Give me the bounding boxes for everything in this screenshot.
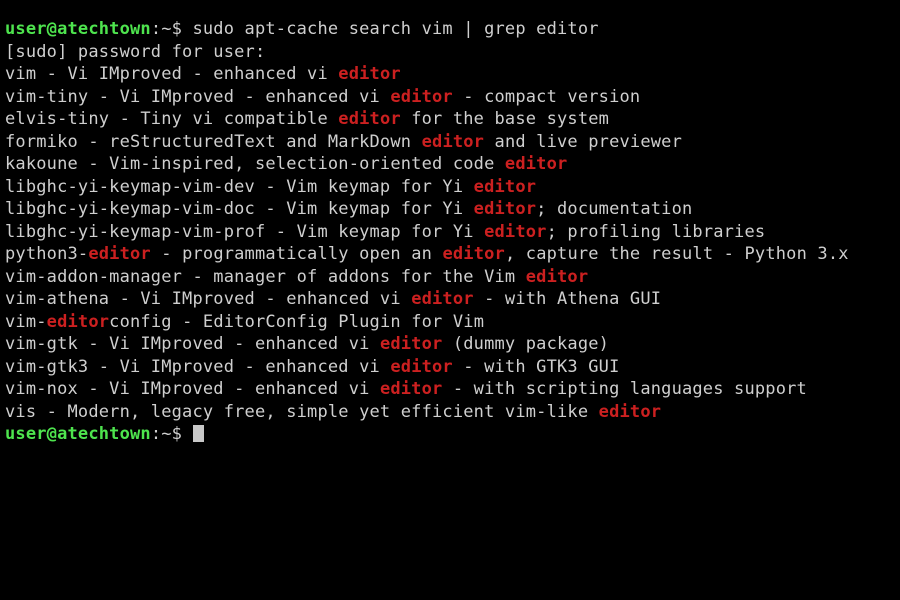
- grep-match-highlight: editor: [379, 334, 443, 354]
- terminal-output-line: python3-editor - programmatically open a…: [5, 243, 900, 266]
- terminal-text: python3-: [5, 244, 89, 264]
- grep-match-highlight: editor: [338, 109, 401, 129]
- grep-match-highlight: editor: [411, 289, 474, 309]
- grep-match-highlight: editor: [390, 86, 453, 107]
- terminal-text: [sudo] password for user:: [5, 41, 266, 62]
- terminal-text: - with Athena GUI: [473, 289, 662, 309]
- grep-match-highlight: editor: [390, 356, 453, 377]
- grep-match-highlight: editor: [338, 64, 401, 84]
- terminal-text: elvis-tiny - Tiny vi compatible: [5, 109, 339, 129]
- grep-match-highlight: editor: [598, 401, 662, 422]
- grep-match-highlight: editor: [525, 266, 589, 287]
- terminal-output-line: elvis-tiny - Tiny vi compatible editor f…: [5, 108, 900, 131]
- terminal-text: for the base system: [400, 109, 610, 129]
- terminal-text: vim-: [5, 311, 47, 332]
- terminal-output-line: libghc-yi-keymap-vim-doc - Vim keymap fo…: [5, 198, 900, 221]
- terminal-output-line: vim-gtk - Vi IMproved - enhanced vi edit…: [5, 333, 900, 356]
- terminal-output-line: vis - Modern, legacy free, simple yet ef…: [5, 401, 900, 424]
- grep-match-highlight: editor: [484, 221, 547, 242]
- terminal-text: libghc-yi-keymap-vim-dev - Vim keymap fo…: [5, 176, 474, 197]
- terminal-text: - compact version: [452, 86, 641, 107]
- grep-match-highlight: editor: [504, 154, 568, 174]
- terminal-output-line: libghc-yi-keymap-vim-prof - Vim keymap f…: [5, 221, 900, 244]
- block-cursor[interactable]: [193, 425, 205, 442]
- grep-match-highlight: editor: [88, 244, 151, 264]
- terminal-text: vim-gtk - Vi IMproved - enhanced vi: [5, 334, 380, 354]
- grep-match-highlight: editor: [442, 244, 505, 264]
- prompt-path-symbol: :~$: [150, 424, 183, 444]
- terminal-output-line: vim-editorconfig - EditorConfig Plugin f…: [5, 311, 900, 334]
- terminal-text: config - EditorConfig Plugin for Vim: [109, 311, 485, 332]
- terminal-text: - programmatically open an: [150, 244, 443, 264]
- terminal-text: sudo apt-cache search vim | grep editor: [182, 19, 599, 39]
- terminal-screen[interactable]: user@atechtown:~$ sudo apt-cache search …: [5, 18, 900, 446]
- terminal-text: - with GTK3 GUI: [452, 356, 620, 377]
- terminal-text: vim-nox - Vi IMproved - enhanced vi: [5, 379, 380, 399]
- terminal-output-line: formiko - reStructuredText and MarkDown …: [5, 131, 900, 154]
- terminal-text: , capture the result - Python 3.x: [504, 244, 849, 264]
- grep-match-highlight: editor: [46, 311, 110, 332]
- terminal-text: libghc-yi-keymap-vim-doc - Vim keymap fo…: [5, 199, 474, 219]
- terminal-prompt-line: user@atechtown:~$: [5, 423, 900, 446]
- terminal-text: (dummy package): [442, 334, 610, 354]
- terminal-text: vis - Modern, legacy free, simple yet ef…: [5, 401, 599, 422]
- terminal-output-line: vim-tiny - Vi IMproved - enhanced vi edi…: [5, 86, 900, 109]
- terminal-text: and live previewer: [484, 131, 682, 152]
- terminal-output-line: vim-athena - Vi IMproved - enhanced vi e…: [5, 288, 900, 311]
- grep-match-highlight: editor: [473, 199, 537, 219]
- terminal-text: - with scripting languages support: [442, 379, 807, 399]
- grep-match-highlight: editor: [379, 379, 443, 399]
- grep-match-highlight: editor: [421, 131, 485, 152]
- terminal-output-line: libghc-yi-keymap-vim-dev - Vim keymap fo…: [5, 176, 900, 199]
- terminal-text: vim-addon-manager - manager of addons fo…: [5, 266, 526, 287]
- terminal-text: vim-gtk3 - Vi IMproved - enhanced vi: [5, 356, 391, 377]
- prompt-user-host: user@atechtown: [5, 424, 151, 444]
- terminal-text: kakoune - Vim-inspired, selection-orient…: [5, 154, 505, 174]
- terminal-output-line: vim - Vi IMproved - enhanced vi editor: [5, 63, 900, 86]
- prompt-user-host: user@atechtown: [5, 19, 151, 39]
- terminal-text: vim - Vi IMproved - enhanced vi: [5, 64, 339, 84]
- terminal-text: ; documentation: [536, 199, 693, 219]
- terminal-text: formiko - reStructuredText and MarkDown: [5, 131, 422, 152]
- terminal-command-line: user@atechtown:~$ sudo apt-cache search …: [5, 18, 900, 41]
- terminal-text: vim-athena - Vi IMproved - enhanced vi: [5, 289, 412, 309]
- terminal-output-line: vim-addon-manager - manager of addons fo…: [5, 266, 900, 289]
- terminal-text: vim-tiny - Vi IMproved - enhanced vi: [5, 86, 391, 107]
- terminal-output-line: vim-gtk3 - Vi IMproved - enhanced vi edi…: [5, 356, 900, 379]
- terminal-output-line: vim-nox - Vi IMproved - enhanced vi edit…: [5, 378, 900, 401]
- terminal-output-line: [sudo] password for user:: [5, 41, 900, 64]
- terminal-output-line: kakoune - Vim-inspired, selection-orient…: [5, 153, 900, 176]
- prompt-path-symbol: :~$: [150, 19, 183, 39]
- terminal-text: ; profiling libraries: [546, 221, 766, 242]
- grep-match-highlight: editor: [473, 176, 537, 197]
- terminal-text: libghc-yi-keymap-vim-prof - Vim keymap f…: [5, 221, 485, 242]
- terminal-window[interactable]: user@atechtown:~$ sudo apt-cache search …: [0, 0, 900, 600]
